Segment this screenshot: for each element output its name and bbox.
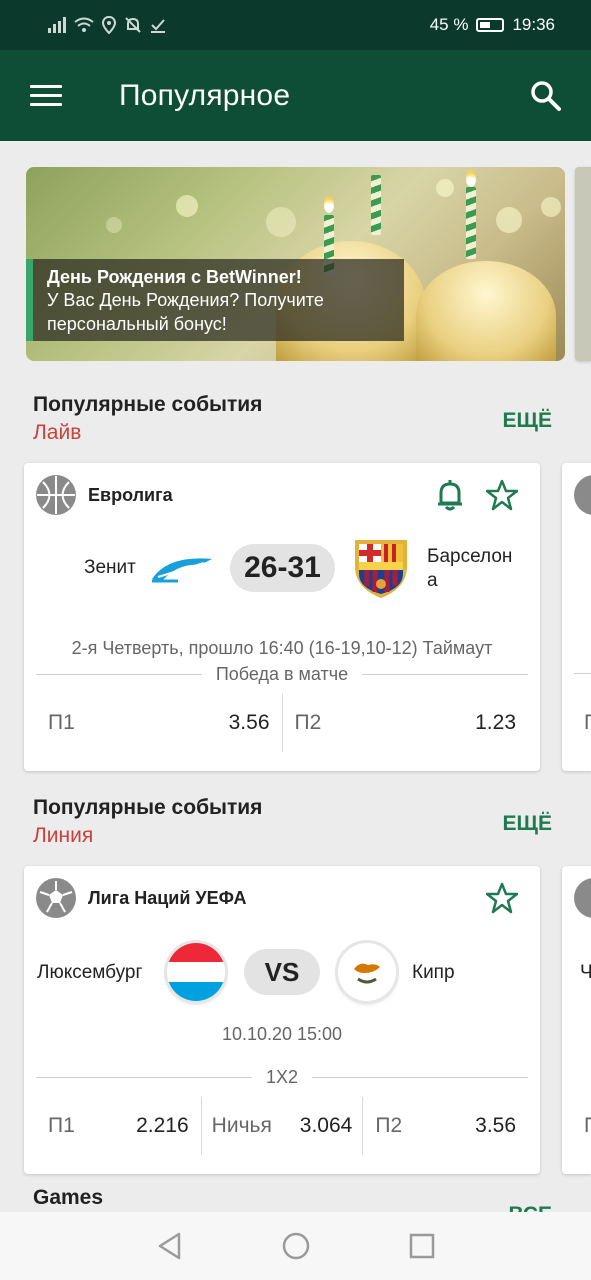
all-games-button[interactable]: ВСЕ	[508, 1203, 552, 1212]
recents-button[interactable]	[404, 1228, 440, 1264]
section-subtitle-live: Лайв	[33, 421, 82, 444]
page-title: Популярное	[119, 78, 291, 112]
search-icon	[531, 80, 561, 111]
more-line-button[interactable]: ЕЩЁ	[503, 812, 552, 836]
section-subtitle-line: Линия	[33, 824, 94, 847]
odd-value: 1.23	[475, 711, 516, 734]
odd-button-p2[interactable]: П2 3.56	[362, 1097, 528, 1155]
odd-value: 3.56	[475, 1114, 517, 1137]
section-title: Популярные события	[33, 393, 263, 416]
app-bar: Популярное	[0, 50, 591, 141]
away-team-name: Кипр	[412, 962, 455, 983]
battery-percent: 45 %	[429, 15, 469, 34]
odd-button-draw[interactable]: Ничья 3.064	[200, 1097, 363, 1155]
next-live-card-peek[interactable]: П	[562, 463, 591, 771]
odd-value: 3.064	[299, 1114, 353, 1137]
sport-icon-partial	[574, 475, 591, 515]
match-datetime: 10.10.20 15:00	[221, 1024, 343, 1044]
banner-title: День Рождения с BetWinner!	[47, 267, 302, 287]
market-name: Победа в матче	[215, 663, 349, 684]
banner-text-line2: персональный бонус!	[47, 314, 227, 334]
next-banner-peek[interactable]	[575, 167, 591, 361]
odd-label: П2	[294, 711, 322, 734]
peek-odd-label: П	[584, 711, 591, 735]
line-section-header: Популярные события Линия ЕЩЁ	[33, 795, 558, 855]
live-section-header: Популярные события Лайв ЕЩЁ	[33, 392, 558, 452]
home-team-name: Зенит	[84, 557, 136, 578]
signal-icon	[48, 17, 66, 33]
banner-caption: День Рождения с BetWinner! У Вас День Ро…	[26, 259, 404, 341]
peek-odd-label: П	[584, 1114, 591, 1138]
hamburger-icon	[30, 84, 62, 107]
market-divider: Победа в матче	[36, 663, 528, 685]
vs-badge: VS	[244, 949, 320, 995]
section-title: Популярные события	[33, 796, 263, 819]
score-badge: 26-31	[230, 544, 335, 592]
notification-button[interactable]	[424, 479, 476, 511]
check-icon	[151, 19, 165, 33]
basketball-icon	[36, 475, 76, 515]
menu-button[interactable]	[0, 50, 92, 141]
odd-label: П2	[375, 1114, 403, 1137]
star-icon	[486, 882, 518, 914]
banner-text-line1: У Вас День Рождения? Получите	[47, 290, 324, 310]
odd-label: П1	[48, 1114, 75, 1137]
league-name: Лига Наций УЕФА	[88, 887, 247, 908]
odd-label: П1	[48, 711, 75, 734]
odd-button-p1[interactable]: П1 2.216	[36, 1097, 201, 1155]
next-line-card-peek[interactable]: Ч П	[562, 866, 591, 1174]
status-icons	[48, 16, 166, 34]
favorite-button[interactable]	[476, 479, 528, 511]
barcelona-crest	[349, 536, 413, 600]
luxembourg-flag-icon	[167, 943, 225, 1001]
cupcake-image	[416, 261, 556, 361]
promo-banner[interactable]: День Рождения с BetWinner! У Вас День Ро…	[26, 167, 565, 361]
wifi-icon	[74, 17, 94, 32]
odd-value: 2.216	[136, 1114, 189, 1137]
games-section-header: Games ВСЕ	[33, 1185, 558, 1212]
home-button[interactable]	[278, 1228, 314, 1264]
football-icon	[36, 878, 76, 918]
favorite-button[interactable]	[476, 882, 528, 914]
mute-bell-icon	[125, 17, 141, 33]
market-name: 1X2	[265, 1066, 299, 1087]
status-bar: 45 % 19:36	[0, 0, 591, 50]
league-name: Евролига	[88, 484, 173, 505]
line-event-card[interactable]: Лига Наций УЕФА Люксембург VS Кипр 10.10…	[24, 866, 540, 1174]
back-button[interactable]	[152, 1228, 188, 1264]
more-live-button[interactable]: ЕЩЁ	[503, 409, 552, 433]
battery-icon	[476, 18, 505, 32]
away-team-name: Барселон а	[427, 546, 513, 591]
odd-button-p1[interactable]: П1 3.56	[36, 694, 282, 752]
search-button[interactable]	[501, 50, 591, 141]
peek-team-name: Ч	[580, 962, 591, 983]
odd-label: Ничья	[211, 1114, 272, 1137]
bell-icon	[438, 480, 462, 511]
system-nav-bar	[0, 1212, 591, 1280]
home-circle-icon	[282, 1232, 309, 1260]
market-divider: 1X2	[36, 1066, 528, 1088]
location-icon	[102, 16, 116, 34]
match-status: 2-я Четверть, прошло 16:40 (16-19,10-12)…	[71, 638, 493, 658]
star-icon	[486, 479, 518, 511]
section-title: Games	[33, 1186, 104, 1209]
sport-icon-partial	[574, 878, 591, 918]
home-team-name: Люксембург	[37, 962, 143, 983]
recents-square-icon	[409, 1233, 434, 1259]
odd-button-p2[interactable]: П2 1.23	[281, 694, 529, 752]
zenit-logo	[148, 551, 216, 585]
cyprus-flag-icon	[338, 943, 396, 1001]
odd-value: 3.56	[228, 711, 270, 734]
back-triangle-icon	[158, 1232, 180, 1260]
clock: 19:36	[512, 15, 555, 34]
live-event-card[interactable]: Евролига Зенит 26-31 Барселон а 2-я Четв…	[24, 463, 540, 771]
